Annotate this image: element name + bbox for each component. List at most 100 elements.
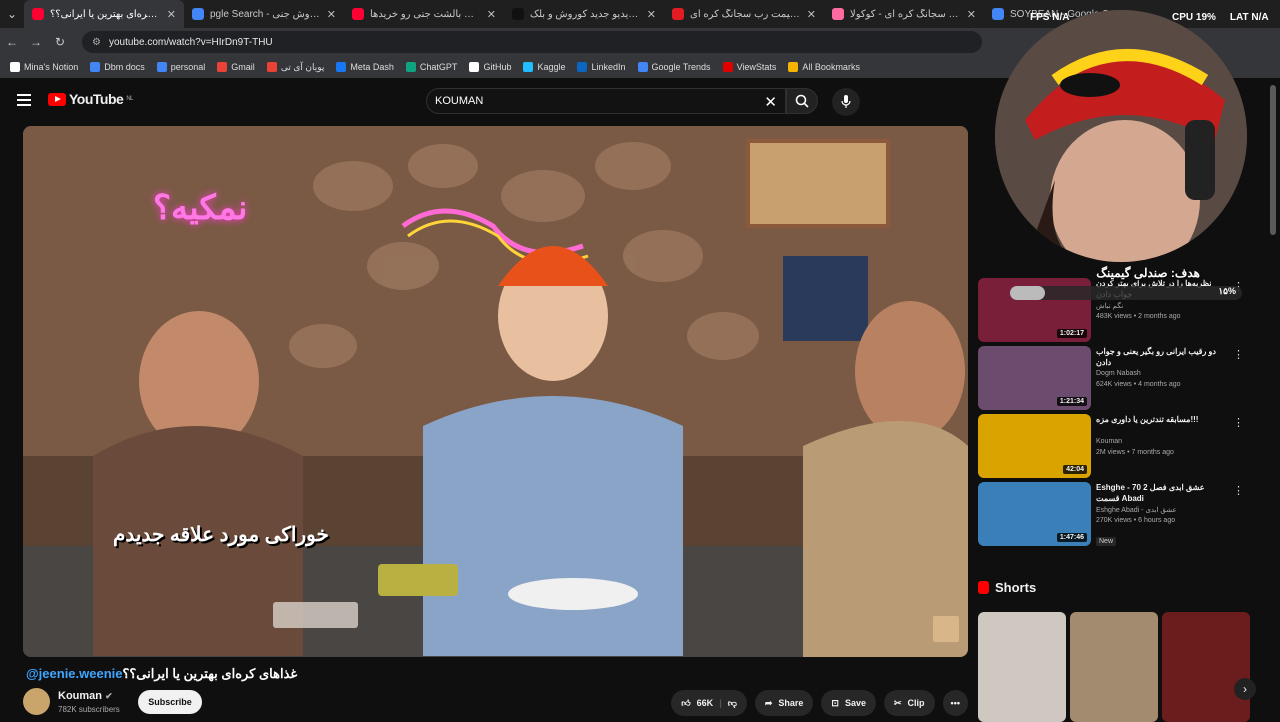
bookmark-favicon bbox=[90, 62, 101, 72]
recommended-video[interactable]: 1:21:34 دو رقیب ایرانی رو بگیر یعنی و جوا… bbox=[978, 346, 1248, 410]
more-vertical-icon[interactable]: ⋮ bbox=[1233, 348, 1244, 361]
tab-close-icon[interactable]: ✕ bbox=[967, 8, 976, 21]
tab-search-chevron-icon[interactable]: ⌄ bbox=[0, 7, 24, 21]
tab-favicon bbox=[672, 8, 684, 20]
tab-close-icon[interactable]: ✕ bbox=[327, 8, 336, 21]
more-actions-button[interactable]: ••• bbox=[942, 690, 968, 716]
short-thumbnail[interactable] bbox=[978, 612, 1066, 722]
channel-avatar[interactable] bbox=[23, 688, 50, 715]
bookmark-label: ViewStats bbox=[736, 62, 777, 72]
bookmark-item[interactable]: ViewStats bbox=[722, 62, 777, 72]
reload-icon[interactable]: ↻ bbox=[48, 35, 72, 49]
back-icon[interactable]: ← bbox=[0, 35, 24, 49]
browser-tab[interactable]: رب سجانگ کره ای - کوکولا ✕ bbox=[824, 0, 984, 28]
browser-tab[interactable]: غذاهای کره‌ای بهترین یا ایرانی؟؟ ✕ bbox=[24, 0, 184, 28]
thumbs-down-icon[interactable]: 👎︎ bbox=[728, 698, 737, 709]
scissors-icon: ✂ bbox=[894, 697, 902, 708]
bookmark-item[interactable]: پویان آی تی bbox=[266, 61, 325, 73]
recommended-video[interactable]: 42:04 مسابقه تندترین یا داوری مزه!!! Kouma… bbox=[978, 414, 1248, 478]
browser-tab[interactable]: کوروش بالشت جنی رو خریدها ✕ bbox=[344, 0, 504, 28]
shorts-next-arrow-icon[interactable]: › bbox=[1234, 678, 1256, 700]
tab-close-icon[interactable]: ✕ bbox=[807, 8, 816, 21]
forward-icon[interactable]: → bbox=[24, 35, 48, 49]
shorts-icon bbox=[978, 581, 989, 594]
tab-favicon bbox=[192, 8, 204, 20]
verified-icon: ✔ bbox=[105, 691, 113, 701]
bookmark-label: GitHub bbox=[483, 62, 512, 72]
youtube-logo[interactable]: YouTube NL bbox=[48, 91, 133, 107]
bookmark-label: پویان آی تی bbox=[280, 61, 325, 72]
save-button[interactable]: ⊡ Save bbox=[821, 690, 876, 716]
bookmark-item[interactable]: personal bbox=[156, 62, 206, 72]
tab-title: رب سجانگ کره ای - کوکولا bbox=[850, 8, 961, 20]
recommended-channel[interactable]: Kouman bbox=[1096, 438, 1122, 445]
bookmark-item[interactable]: All Bookmarks bbox=[788, 62, 860, 72]
browser-tab[interactable]: pgle Search - بالش کوروش جنی ✕ bbox=[184, 0, 344, 28]
bookmark-label: All Bookmarks bbox=[802, 62, 860, 72]
bookmark-item[interactable]: ChatGPT bbox=[405, 62, 457, 72]
recommended-title[interactable]: Eshghe - 70 عشق ابدی فصل 2 قسمت Abadi bbox=[1096, 482, 1226, 504]
bookmark-item[interactable]: Mina's Notion bbox=[10, 62, 78, 72]
video-duration: 42:04 bbox=[1063, 465, 1087, 474]
bookmark-favicon bbox=[405, 62, 416, 72]
video-player[interactable]: نمکیه؟ خوراکی مورد علاقه جدیدم bbox=[23, 126, 968, 657]
bookmark-item[interactable]: Dbm docs bbox=[90, 62, 145, 72]
more-vertical-icon[interactable]: ⋮ bbox=[1233, 416, 1244, 429]
video-thumbnail[interactable]: 1:47:46 bbox=[978, 482, 1091, 546]
bookmark-label: Google Trends bbox=[651, 62, 711, 72]
share-icon: ➦ bbox=[764, 697, 773, 708]
clear-search-icon[interactable]: ✕ bbox=[764, 93, 777, 111]
browser-tab[interactable]: موزیک ویدیو جدید کوروش و بلک ✕ bbox=[504, 0, 664, 28]
subscribe-button[interactable]: Subscribe bbox=[138, 690, 202, 714]
recommended-meta: 2M views • 7 months ago bbox=[1096, 449, 1174, 456]
recommended-channel[interactable]: Dogm Nabash bbox=[1096, 370, 1141, 377]
video-title-text: غذاهای کره‌ای بهترین یا ایرانی؟؟ bbox=[122, 666, 298, 681]
tab-close-icon[interactable]: ✕ bbox=[647, 8, 656, 21]
recommended-title[interactable]: دو رقیب ایرانی رو بگیر یعنی و جواب دادن bbox=[1096, 346, 1226, 368]
bookmark-label: personal bbox=[170, 62, 206, 72]
short-thumbnail[interactable] bbox=[1070, 612, 1158, 722]
tab-favicon bbox=[32, 8, 44, 20]
tab-close-icon[interactable]: ✕ bbox=[487, 8, 496, 21]
tab-title: خرید و قیمت رب سجانگ کره ای bbox=[690, 8, 801, 20]
video-duration: 1:02:17 bbox=[1056, 329, 1087, 338]
recommended-title[interactable]: مسابقه تندترین یا داوری مزه!!! bbox=[1096, 414, 1226, 425]
clip-button[interactable]: ✂ Clip bbox=[884, 690, 935, 716]
bookmark-item[interactable]: Google Trends bbox=[637, 62, 711, 72]
video-title-handle[interactable]: @jeenie.weenie bbox=[26, 666, 123, 681]
bookmark-favicon bbox=[217, 62, 228, 72]
bookmark-item[interactable]: LinkedIn bbox=[577, 62, 626, 72]
recommended-channel[interactable]: Eshghe Abadi - عشق ابدی bbox=[1096, 506, 1177, 514]
recommended-meta: 624K views • 4 months ago bbox=[1096, 381, 1181, 388]
search-button[interactable] bbox=[786, 88, 818, 114]
video-thumbnail[interactable]: 42:04 bbox=[978, 414, 1091, 478]
tab-title: موزیک ویدیو جدید کوروش و بلک bbox=[530, 8, 641, 20]
search-input[interactable]: KOUMAN ✕ bbox=[426, 88, 786, 114]
more-horizontal-icon: ••• bbox=[950, 698, 960, 708]
like-button[interactable]: 👍︎ 66K | 👎︎ bbox=[671, 690, 747, 716]
bookmark-item[interactable]: Meta Dash bbox=[336, 62, 394, 72]
tab-close-icon[interactable]: ✕ bbox=[167, 8, 176, 21]
bookmark-favicon bbox=[523, 62, 534, 72]
share-button[interactable]: ➦ Share bbox=[754, 690, 814, 716]
video-duration: 1:21:34 bbox=[1056, 397, 1087, 406]
short-thumbnail[interactable] bbox=[1162, 612, 1250, 722]
bookmark-item[interactable]: Kaggle bbox=[523, 62, 565, 72]
address-bar[interactable]: ⚙ youtube.com/watch?v=HIrDn9T-THU bbox=[82, 31, 982, 53]
youtube-play-icon bbox=[48, 92, 66, 106]
bookmark-item[interactable]: GitHub bbox=[469, 62, 511, 72]
video-thumbnail[interactable]: 1:21:34 bbox=[978, 346, 1091, 410]
goal-text: هدف: صندلی گیمینگ bbox=[1096, 266, 1200, 280]
page-scrollbar[interactable] bbox=[1270, 85, 1276, 235]
bookmark-item[interactable]: Gmail bbox=[217, 62, 255, 72]
recommended-channel[interactable]: نگم نباش bbox=[1096, 302, 1123, 310]
browser-tab[interactable]: خرید و قیمت رب سجانگ کره ای ✕ bbox=[664, 0, 824, 28]
voice-search-button[interactable] bbox=[832, 88, 860, 116]
more-vertical-icon[interactable]: ⋮ bbox=[1233, 484, 1244, 497]
logo-text: YouTube bbox=[69, 91, 124, 107]
recommended-video[interactable]: 1:47:46 Eshghe - 70 عشق ابدی فصل 2 قسمت A… bbox=[978, 482, 1248, 546]
site-info-icon[interactable]: ⚙ bbox=[92, 37, 101, 48]
menu-icon[interactable] bbox=[17, 94, 31, 106]
channel-row: Kouman ✔ 782K subscribers Subscribe 👍︎ 6… bbox=[23, 688, 968, 720]
channel-name[interactable]: Kouman ✔ bbox=[58, 690, 113, 702]
